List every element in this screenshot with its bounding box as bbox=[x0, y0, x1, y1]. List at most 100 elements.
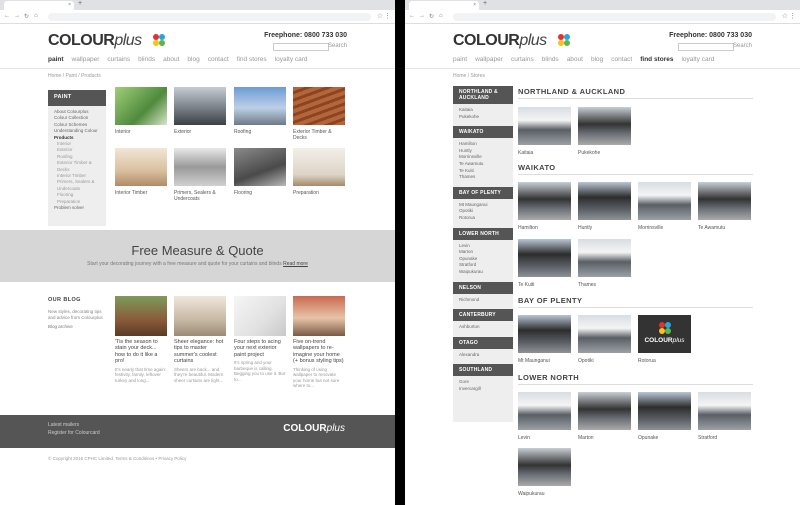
store-name[interactable]: Opunake bbox=[638, 435, 691, 441]
nav-item-blinds[interactable]: blinds bbox=[542, 56, 559, 63]
deck-photo[interactable] bbox=[293, 87, 345, 125]
house-photo[interactable] bbox=[174, 87, 226, 125]
store-name[interactable]: Huntly bbox=[578, 225, 631, 231]
store-photo[interactable] bbox=[518, 392, 571, 430]
store-link[interactable]: Pukekohe bbox=[459, 114, 507, 121]
store-tile[interactable]: Levin bbox=[518, 392, 571, 441]
breadcrumb[interactable]: Home / Paint / Products bbox=[48, 73, 101, 79]
store-tile[interactable]: Waipukurau bbox=[518, 448, 571, 497]
region-heading[interactable]: BAY OF PLENTY bbox=[453, 186, 513, 199]
region-heading[interactable]: SOUTHLAND bbox=[453, 364, 513, 377]
region-heading[interactable]: OTAGO bbox=[453, 336, 513, 349]
product-tile[interactable]: Interior bbox=[115, 87, 167, 135]
read-more-link[interactable]: Read more bbox=[283, 261, 308, 267]
store-link[interactable]: Te Awamutu bbox=[459, 161, 507, 168]
nav-item-wallpaper[interactable]: wallpaper bbox=[475, 56, 503, 63]
store-link[interactable]: Richmond bbox=[459, 297, 507, 304]
store-photo[interactable] bbox=[578, 239, 631, 277]
nav-item-blog[interactable]: blog bbox=[591, 56, 603, 63]
nav-item-curtains[interactable]: curtains bbox=[511, 56, 534, 63]
nav-item-about[interactable]: about bbox=[163, 56, 179, 63]
store-link[interactable]: Waipukurau bbox=[459, 269, 507, 276]
search-button[interactable]: Search bbox=[328, 43, 347, 49]
store-tile[interactable]: Hamilton bbox=[518, 182, 571, 231]
store-tile[interactable]: Te Kuiti bbox=[518, 239, 571, 288]
home-icon[interactable]: ⌂ bbox=[34, 13, 38, 19]
blog-post-image[interactable] bbox=[293, 296, 345, 336]
store-link[interactable]: Stratford bbox=[459, 262, 507, 269]
product-label[interactable]: Flooring bbox=[234, 190, 286, 196]
nav-item-about[interactable]: about bbox=[567, 56, 583, 63]
store-tile[interactable]: Pukekohe bbox=[578, 107, 631, 156]
product-tile[interactable]: Preparation bbox=[293, 148, 345, 196]
store-name[interactable]: Te Awamutu bbox=[698, 225, 751, 231]
store-link[interactable]: Thames bbox=[459, 174, 507, 181]
nav-item-curtains[interactable]: curtains bbox=[107, 56, 130, 63]
store-tile[interactable]: Mt Maunganui bbox=[518, 315, 571, 364]
forward-icon[interactable]: → bbox=[419, 13, 425, 19]
region-heading[interactable]: NELSON bbox=[453, 281, 513, 294]
store-link[interactable]: Hamilton bbox=[459, 141, 507, 148]
store-link[interactable]: Alexandra bbox=[459, 352, 507, 359]
store-link[interactable]: Te Kuiti bbox=[459, 168, 507, 175]
new-tab-icon[interactable]: + bbox=[483, 0, 487, 7]
nav-item-loyalty-card[interactable]: loyalty card bbox=[275, 56, 308, 63]
bookmark-star-icon[interactable]: ☆ bbox=[782, 12, 788, 20]
store-tile[interactable]: Huntly bbox=[578, 182, 631, 231]
latest-mailers-link[interactable]: Latest mailers bbox=[48, 422, 79, 428]
close-tab-icon[interactable]: × bbox=[473, 2, 476, 8]
store-name[interactable]: Pukekohe bbox=[578, 150, 631, 156]
store-link[interactable]: Gore bbox=[459, 379, 507, 386]
product-label[interactable]: Primers, Sealers & Undercoats bbox=[174, 190, 226, 202]
store-name[interactable]: Morrinsville bbox=[638, 225, 691, 231]
boat-photo[interactable] bbox=[293, 148, 345, 186]
store-photo[interactable] bbox=[518, 182, 571, 220]
close-tab-icon[interactable]: × bbox=[68, 2, 71, 8]
store-link[interactable]: Levin bbox=[459, 243, 507, 250]
breadcrumb[interactable]: Home / Stores bbox=[453, 73, 485, 79]
sidebar-item[interactable]: Primers, Sealers & Undercoats bbox=[54, 179, 100, 192]
colourplus-logo-card[interactable]: COLOURplus bbox=[638, 315, 691, 353]
bookmark-star-icon[interactable]: ☆ bbox=[377, 12, 383, 20]
store-name[interactable]: Rotorua bbox=[638, 358, 691, 364]
store-tile[interactable]: COLOURplus Rotorua bbox=[638, 315, 691, 364]
blog-post-title[interactable]: Sheer elegance: hot tips to master summe… bbox=[174, 339, 226, 365]
roof-photo[interactable] bbox=[234, 87, 286, 125]
blog-post-title[interactable]: Five on-trend wallpapers to re-imagine y… bbox=[293, 339, 345, 365]
store-name[interactable]: Marton bbox=[578, 435, 631, 441]
browser-tab[interactable]: × bbox=[4, 1, 74, 10]
product-tile[interactable]: Exterior bbox=[174, 87, 226, 135]
nav-item-paint[interactable]: paint bbox=[48, 56, 64, 63]
store-photo[interactable] bbox=[578, 107, 631, 145]
store-tile[interactable]: Marton bbox=[578, 392, 631, 441]
timber-photo[interactable] bbox=[115, 148, 167, 186]
nav-item-loyalty-card[interactable]: loyalty card bbox=[681, 56, 714, 63]
reload-icon[interactable]: ↻ bbox=[24, 13, 29, 20]
back-icon[interactable]: ← bbox=[409, 13, 415, 19]
store-photo[interactable] bbox=[518, 448, 571, 486]
product-label[interactable]: Roofing bbox=[234, 129, 286, 135]
store-link[interactable]: Invercargill bbox=[459, 386, 507, 393]
menu-icon[interactable]: ⋮ bbox=[384, 12, 391, 20]
nav-item-contact[interactable]: contact bbox=[208, 56, 229, 63]
chair-photo[interactable] bbox=[115, 87, 167, 125]
blog-post-title[interactable]: 'Tis the season to stain your deck... ho… bbox=[115, 339, 167, 365]
store-name[interactable]: Thames bbox=[578, 282, 631, 288]
store-link[interactable]: Ashburton bbox=[459, 324, 507, 331]
nav-item-blog[interactable]: blog bbox=[187, 56, 199, 63]
search-button[interactable]: Search bbox=[733, 43, 752, 49]
browser-tab[interactable]: × bbox=[409, 1, 479, 10]
store-photo[interactable] bbox=[578, 315, 631, 353]
product-tile[interactable]: Primers, Sealers & Undercoats bbox=[174, 148, 226, 202]
store-photo[interactable] bbox=[518, 107, 571, 145]
menu-icon[interactable]: ⋮ bbox=[789, 12, 796, 20]
store-photo[interactable] bbox=[698, 182, 751, 220]
store-photo[interactable] bbox=[518, 315, 571, 353]
store-name[interactable]: Hamilton bbox=[518, 225, 571, 231]
store-link[interactable]: Rotorua bbox=[459, 215, 507, 222]
blog-post-image[interactable] bbox=[115, 296, 167, 336]
forward-icon[interactable]: → bbox=[14, 13, 20, 19]
nav-item-find-stores[interactable]: find stores bbox=[640, 56, 673, 63]
product-tile[interactable]: Roofing bbox=[234, 87, 286, 135]
store-link[interactable]: Opunake bbox=[459, 256, 507, 263]
